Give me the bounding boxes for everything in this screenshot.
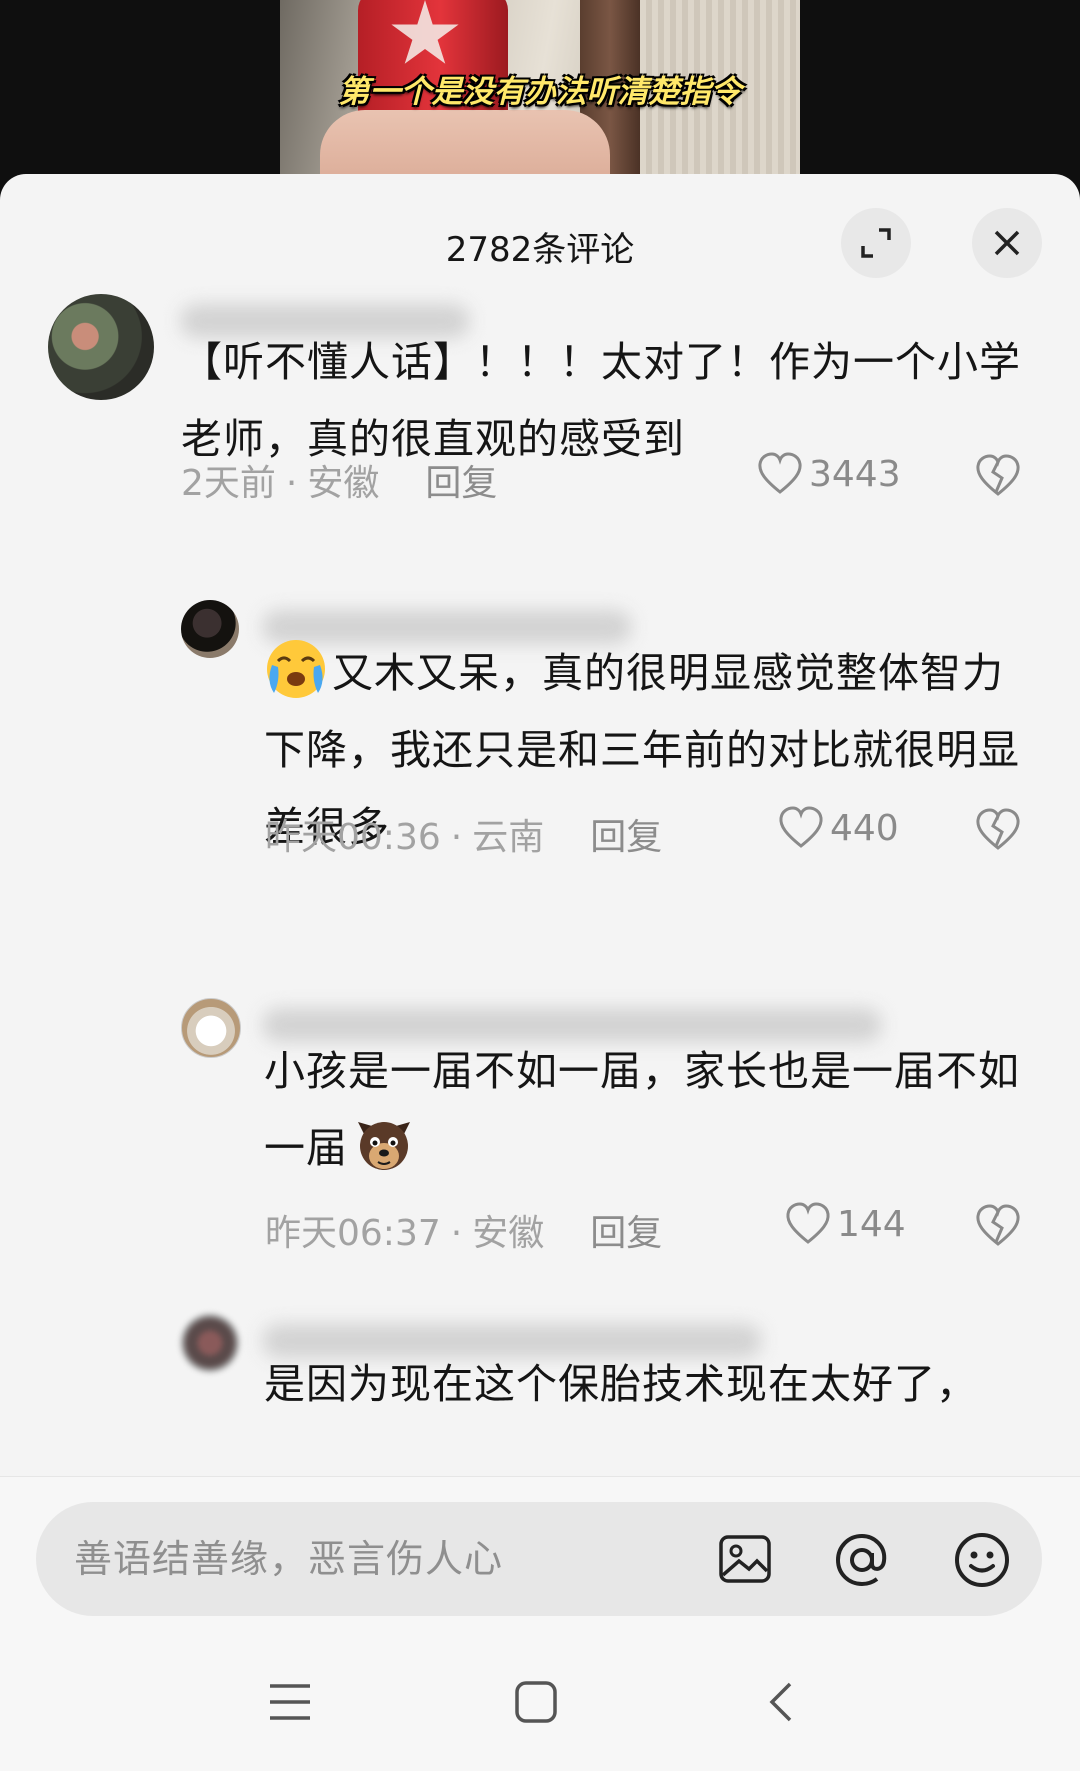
comment-time: 2天前	[181, 463, 276, 504]
dislike-icon	[976, 1204, 1020, 1246]
like-count: 3443	[809, 453, 901, 495]
comment-location: 云南	[472, 817, 545, 858]
system-nav-bar	[0, 1654, 1080, 1771]
avatar[interactable]	[181, 998, 241, 1058]
comment-text: 是因为现在这个保胎技术现在太好了，	[264, 1360, 978, 1408]
at-icon	[835, 1533, 887, 1587]
avatar[interactable]	[48, 294, 154, 400]
comment-input-placeholder: 善语结善缘，恶言伤人心	[74, 1537, 504, 1581]
back-nav-button[interactable]	[766, 1680, 796, 1728]
like-count: 144	[837, 1203, 906, 1245]
menu-icon	[270, 1684, 310, 1720]
reply-button[interactable]: 回复	[425, 463, 497, 504]
hand-image	[320, 110, 610, 176]
image-button[interactable]	[717, 1531, 773, 1591]
expand-icon	[861, 228, 891, 258]
video-preview[interactable]: 第一个是没有办法听清楚指令	[280, 0, 800, 176]
dislike-button[interactable]	[975, 454, 1021, 502]
back-icon	[769, 1682, 792, 1722]
dislike-button[interactable]	[975, 808, 1021, 856]
comment-panel: 2782条评论 【听不懂人话】！！！太对了！作为一个小学老师，真的很直观的感受到…	[0, 174, 1080, 1771]
comment-meta: 昨天00:36 · 云南 回复	[265, 817, 663, 858]
close-button[interactable]	[972, 208, 1042, 278]
comment-meta: 2天前 · 安徽 回复	[181, 463, 498, 504]
like-count: 440	[830, 807, 899, 849]
like-button[interactable]: 144	[785, 1202, 906, 1246]
dislike-button[interactable]	[975, 1204, 1021, 1252]
home-nav-button[interactable]	[514, 1680, 558, 1728]
heart-icon	[758, 452, 802, 494]
crying-face-emoji-icon	[267, 640, 325, 698]
comment-meta: 昨天06:37 · 安徽 回复	[265, 1213, 663, 1254]
mention-button[interactable]	[833, 1531, 891, 1593]
avatar[interactable]	[181, 600, 239, 658]
emoji-icon	[955, 1533, 1009, 1587]
comment-time: 昨天00:36	[265, 817, 441, 858]
comment-location: 安徽	[472, 1213, 545, 1254]
expand-button[interactable]	[841, 208, 911, 278]
comment-location: 安徽	[307, 463, 380, 504]
comment-input[interactable]: 善语结善缘，恶言伤人心	[36, 1502, 1042, 1616]
image-icon	[719, 1535, 771, 1583]
heart-icon	[779, 806, 823, 848]
like-button[interactable]: 440	[778, 806, 899, 850]
avatar[interactable]	[181, 1314, 239, 1372]
dislike-icon	[976, 454, 1020, 496]
reply-button[interactable]: 回复	[590, 817, 662, 858]
comment-time: 昨天06:37	[265, 1213, 441, 1254]
home-icon	[515, 1681, 557, 1723]
comment-count-title: 2782条评论	[445, 230, 635, 270]
comment-text: 小孩是一届不如一届，家长也是一届不如一届	[264, 1033, 1034, 1187]
close-icon	[994, 230, 1020, 256]
emoji-button[interactable]	[953, 1531, 1011, 1593]
reply-button[interactable]: 回复	[590, 1213, 662, 1254]
dog-face-emoji-icon	[358, 1122, 410, 1170]
menu-nav-button[interactable]	[268, 1680, 312, 1728]
like-button[interactable]: 3443	[757, 452, 901, 496]
heart-icon	[786, 1202, 830, 1244]
dislike-icon	[976, 808, 1020, 850]
video-subtitle: 第一个是没有办法听清楚指令	[338, 74, 742, 110]
